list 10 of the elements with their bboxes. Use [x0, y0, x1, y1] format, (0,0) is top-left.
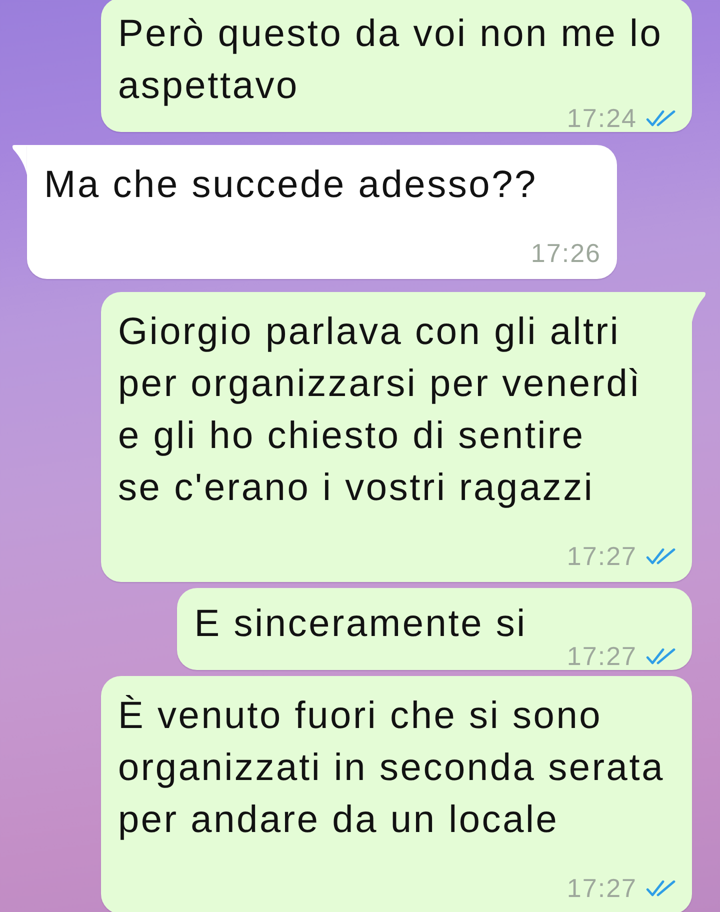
message-time: 17:24	[566, 108, 637, 128]
message-text: È venuto fuori che si sono organizzati in seconda serata per andare da un locale	[118, 695, 664, 841]
message-text: Giorgio parlava con gli altri per organizzarsi per venerdì e gli ho chiesto di sentire se c'erano i vostri ragazzi	[118, 311, 642, 509]
message-time: 17:27	[566, 546, 637, 566]
message-text: Ma che succede adesso??	[44, 164, 538, 206]
message-text: E sinceramente si	[194, 603, 527, 645]
message-text: Però questo da voi non me lo aspettavo	[118, 13, 663, 107]
message-time: 17:27	[566, 646, 637, 666]
message-time: 17:27	[566, 878, 637, 898]
message-time: 17:26	[530, 243, 601, 263]
